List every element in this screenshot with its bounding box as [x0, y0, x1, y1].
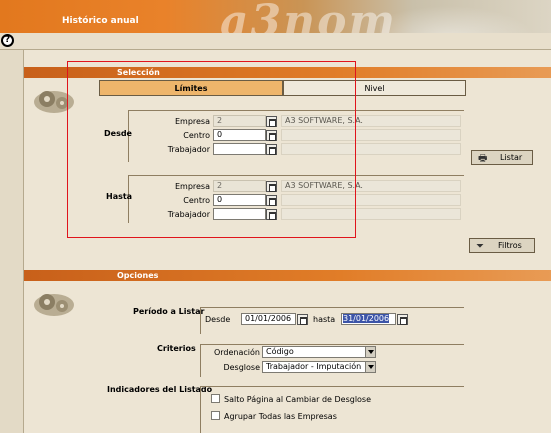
periodo-desde-label: Desde	[205, 315, 231, 324]
periodo-hasta-input[interactable]: 31/01/2006	[341, 313, 396, 325]
indicadores-label: Indicadores del Listado	[107, 385, 213, 394]
highlight-box	[67, 61, 356, 238]
desglose-select[interactable]: Trabajador - Imputación	[262, 361, 376, 373]
listar-button-label: Listar	[500, 153, 523, 162]
agrupar-empresas-checkbox[interactable]	[211, 411, 220, 420]
listar-button[interactable]: 🖶 Listar	[471, 150, 533, 165]
periodo-desde-input[interactable]: 01/01/2006	[241, 313, 296, 325]
gear-icon-options	[34, 294, 74, 316]
desglose-value: Trabajador - Imputación	[266, 362, 362, 371]
title-swoosh	[380, 0, 551, 33]
criterios-label: Criterios	[157, 344, 196, 353]
periodo-hasta-calendar-icon[interactable]	[397, 314, 408, 325]
periodo-hasta-label: hasta	[313, 315, 336, 324]
help-icon[interactable]: ?	[1, 34, 14, 47]
title-bar: a3nom Histórico anual	[0, 0, 551, 47]
chevron-down-icon[interactable]	[365, 347, 375, 357]
desglose-label: Desglose	[223, 363, 260, 372]
left-rail	[0, 50, 24, 433]
periodo-label: Período a Listar	[133, 307, 205, 316]
ordenacion-label: Ordenación	[213, 348, 260, 357]
toolbar: ?	[0, 33, 551, 50]
agrupar-empresas-label: Agrupar Todas las Empresas	[224, 412, 337, 421]
opciones-section-title: Opciones	[117, 271, 159, 280]
funnel-icon: ⏷	[476, 241, 484, 252]
salto-pagina-label: Salto Página al Cambiar de Desglose	[224, 395, 372, 404]
printer-icon: 🖶	[478, 153, 488, 164]
periodo-desde-calendar-icon[interactable]	[297, 314, 308, 325]
ordenacion-select[interactable]: Código	[262, 346, 376, 358]
chevron-down-icon[interactable]	[365, 362, 375, 372]
window-title: Histórico anual	[62, 16, 139, 26]
indicadores-frame	[200, 386, 464, 433]
salto-pagina-checkbox[interactable]	[211, 394, 220, 403]
periodo-hasta-value: 31/01/2006	[343, 314, 390, 323]
filtros-button-label: Filtros	[498, 241, 522, 250]
ordenacion-value: Código	[266, 347, 294, 356]
filtros-button[interactable]: ⏷ Filtros	[469, 238, 535, 253]
opciones-section-header: Opciones	[24, 270, 551, 281]
